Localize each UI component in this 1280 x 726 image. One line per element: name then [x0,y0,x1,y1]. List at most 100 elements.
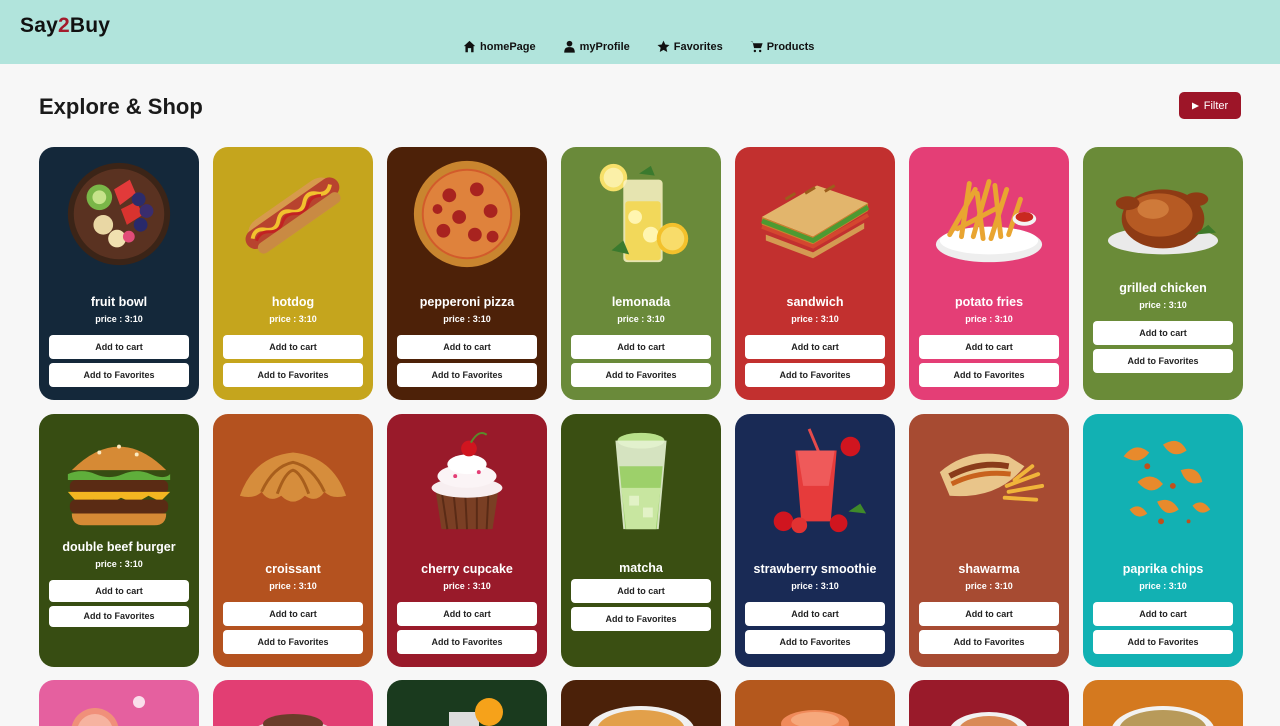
product-image[interactable] [929,159,1049,269]
filter-button[interactable]: Filter [1179,92,1241,119]
add-to-favorites-button[interactable]: Add to Favorites [919,630,1059,654]
add-to-cart-button[interactable]: Add to cart [571,579,711,603]
product-card[interactable]: potato fries price : 3:10 Add to cart Add t… [909,147,1069,400]
product-price: price : 3:10 [791,581,839,591]
add-to-favorites-button[interactable]: Add to Favorites [397,630,537,654]
product-image[interactable] [1103,159,1223,269]
add-to-favorites-button[interactable]: Add to Favorites [745,363,885,387]
product-name: strawberry smoothie [753,562,877,576]
product-image[interactable] [407,159,527,269]
product-card[interactable] [387,680,547,726]
product-price: price : 3:10 [269,314,317,324]
add-to-cart-button[interactable]: Add to cart [745,335,885,359]
add-to-favorites-button[interactable]: Add to Favorites [49,363,189,387]
product-image[interactable] [59,159,179,269]
product-card[interactable]: paprika chips price : 3:10 Add to cart Add … [1083,414,1243,667]
top-navbar: Say2Buy homePage myProfile Favorites Pro… [0,0,1280,64]
add-to-favorites-button[interactable]: Add to Favorites [49,605,189,627]
add-to-favorites-button[interactable]: Add to Favorites [745,630,885,654]
product-card[interactable] [213,680,373,726]
product-price: price : 3:10 [965,581,1013,591]
product-card[interactable]: pepperoni pizza price : 3:10 Add to cart Ad… [387,147,547,400]
product-card[interactable]: croissant price : 3:10 Add to cart Add to F… [213,414,373,667]
user-icon [563,40,575,53]
product-image[interactable] [233,159,353,269]
nav-home[interactable]: homePage [463,40,536,53]
nav-profile-label: myProfile [579,40,630,53]
product-name: hotdog [271,295,315,309]
product-card[interactable]: hotdog price : 3:10 Add to cart Add to Favo… [213,147,373,400]
sandwich-icon [761,184,870,259]
product-image[interactable] [581,159,701,269]
product-name: cherry cupcake [421,562,513,576]
add-to-cart-button[interactable]: Add to cart [397,335,537,359]
product-card[interactable]: strawberry smoothie price : 3:10 Add to ca… [735,414,895,667]
nav-favorites[interactable]: Favorites [657,40,723,53]
nav-profile[interactable]: myProfile [563,40,630,53]
hotdog-icon [245,177,341,254]
add-to-cart-button[interactable]: Add to cart [223,602,363,626]
product-price: price : 3:10 [443,314,491,324]
product-name: fruit bowl [90,295,148,309]
add-to-cart-button[interactable]: Add to cart [1093,602,1233,626]
add-to-cart-button[interactable]: Add to cart [1093,321,1233,345]
add-to-favorites-button[interactable]: Add to Favorites [223,363,363,387]
add-to-favorites-button[interactable]: Add to Favorites [1093,630,1233,654]
product-name: shawarma [958,562,1020,576]
product-image[interactable] [59,426,179,536]
add-to-cart-button[interactable]: Add to cart [919,335,1059,359]
add-to-cart-button[interactable]: Add to cart [49,335,189,359]
add-to-cart-button[interactable]: Add to cart [49,580,189,602]
dessert-icon [258,714,328,726]
product-name: double beef burger [62,540,176,554]
add-to-cart-button[interactable]: Add to cart [223,335,363,359]
add-to-favorites-button[interactable]: Add to Favorites [1093,349,1233,373]
add-to-favorites-button[interactable]: Add to Favorites [571,607,711,631]
add-to-cart-button[interactable]: Add to cart [397,602,537,626]
product-name: lemonada [611,295,671,309]
add-to-cart-button[interactable]: Add to cart [571,335,711,359]
add-to-cart-button[interactable]: Add to cart [919,602,1059,626]
product-card[interactable] [561,680,721,726]
product-price: price : 3:10 [1139,300,1187,310]
product-image[interactable] [581,426,701,536]
add-to-favorites-button[interactable]: Add to Favorites [397,363,537,387]
add-to-cart-button[interactable]: Add to cart [745,602,885,626]
product-card[interactable] [1083,680,1243,726]
shawarma-icon [939,453,1045,502]
product-image[interactable] [1103,426,1223,536]
product-card[interactable] [909,680,1069,726]
product-image[interactable] [755,159,875,269]
add-to-favorites-button[interactable]: Add to Favorites [571,363,711,387]
product-price: price : 3:10 [269,581,317,591]
add-to-favorites-button[interactable]: Add to Favorites [919,363,1059,387]
main-nav: homePage myProfile Favorites Products [463,40,814,53]
product-image[interactable] [233,426,353,536]
nav-products[interactable]: Products [750,40,814,53]
add-to-favorites-button[interactable]: Add to Favorites [223,630,363,654]
product-card[interactable]: sandwich price : 3:10 Add to cart Add to Fa… [735,147,895,400]
product-card[interactable] [39,680,199,726]
product-price: price : 3:10 [1139,581,1187,591]
product-card[interactable]: double beef burger price : 3:10 Add to car… [39,414,199,667]
product-image[interactable] [929,426,1049,536]
product-card[interactable]: fruit bowl price : 3:10 Add to cart Add to … [39,147,199,400]
burger-icon [67,444,171,526]
product-card[interactable]: matcha Add to cart Add to Favorites [561,414,721,667]
product-card[interactable]: cherry cupcake price : 3:10 Add to cart Add… [387,414,547,667]
product-card[interactable] [735,680,895,726]
brand-logo[interactable]: Say2Buy [20,14,110,38]
product-price: price : 3:10 [95,314,143,324]
product-price: price : 3:10 [617,314,665,324]
product-price: price : 3:10 [791,314,839,324]
product-image[interactable] [755,426,875,536]
product-card[interactable]: grilled chicken price : 3:10 Add to cart Ad… [1083,147,1243,400]
product-name: grilled chicken [1119,281,1207,295]
product-price: price : 3:10 [443,581,491,591]
matcha-icon [615,432,667,530]
product-price: price : 3:10 [965,314,1013,324]
product-card[interactable]: shawarma price : 3:10 Add to cart Add to Fa… [909,414,1069,667]
product-card[interactable]: lemonada price : 3:10 Add to cart Add to Fa… [561,147,721,400]
brand-part-buy: Buy [69,14,111,37]
product-image[interactable] [407,426,527,536]
